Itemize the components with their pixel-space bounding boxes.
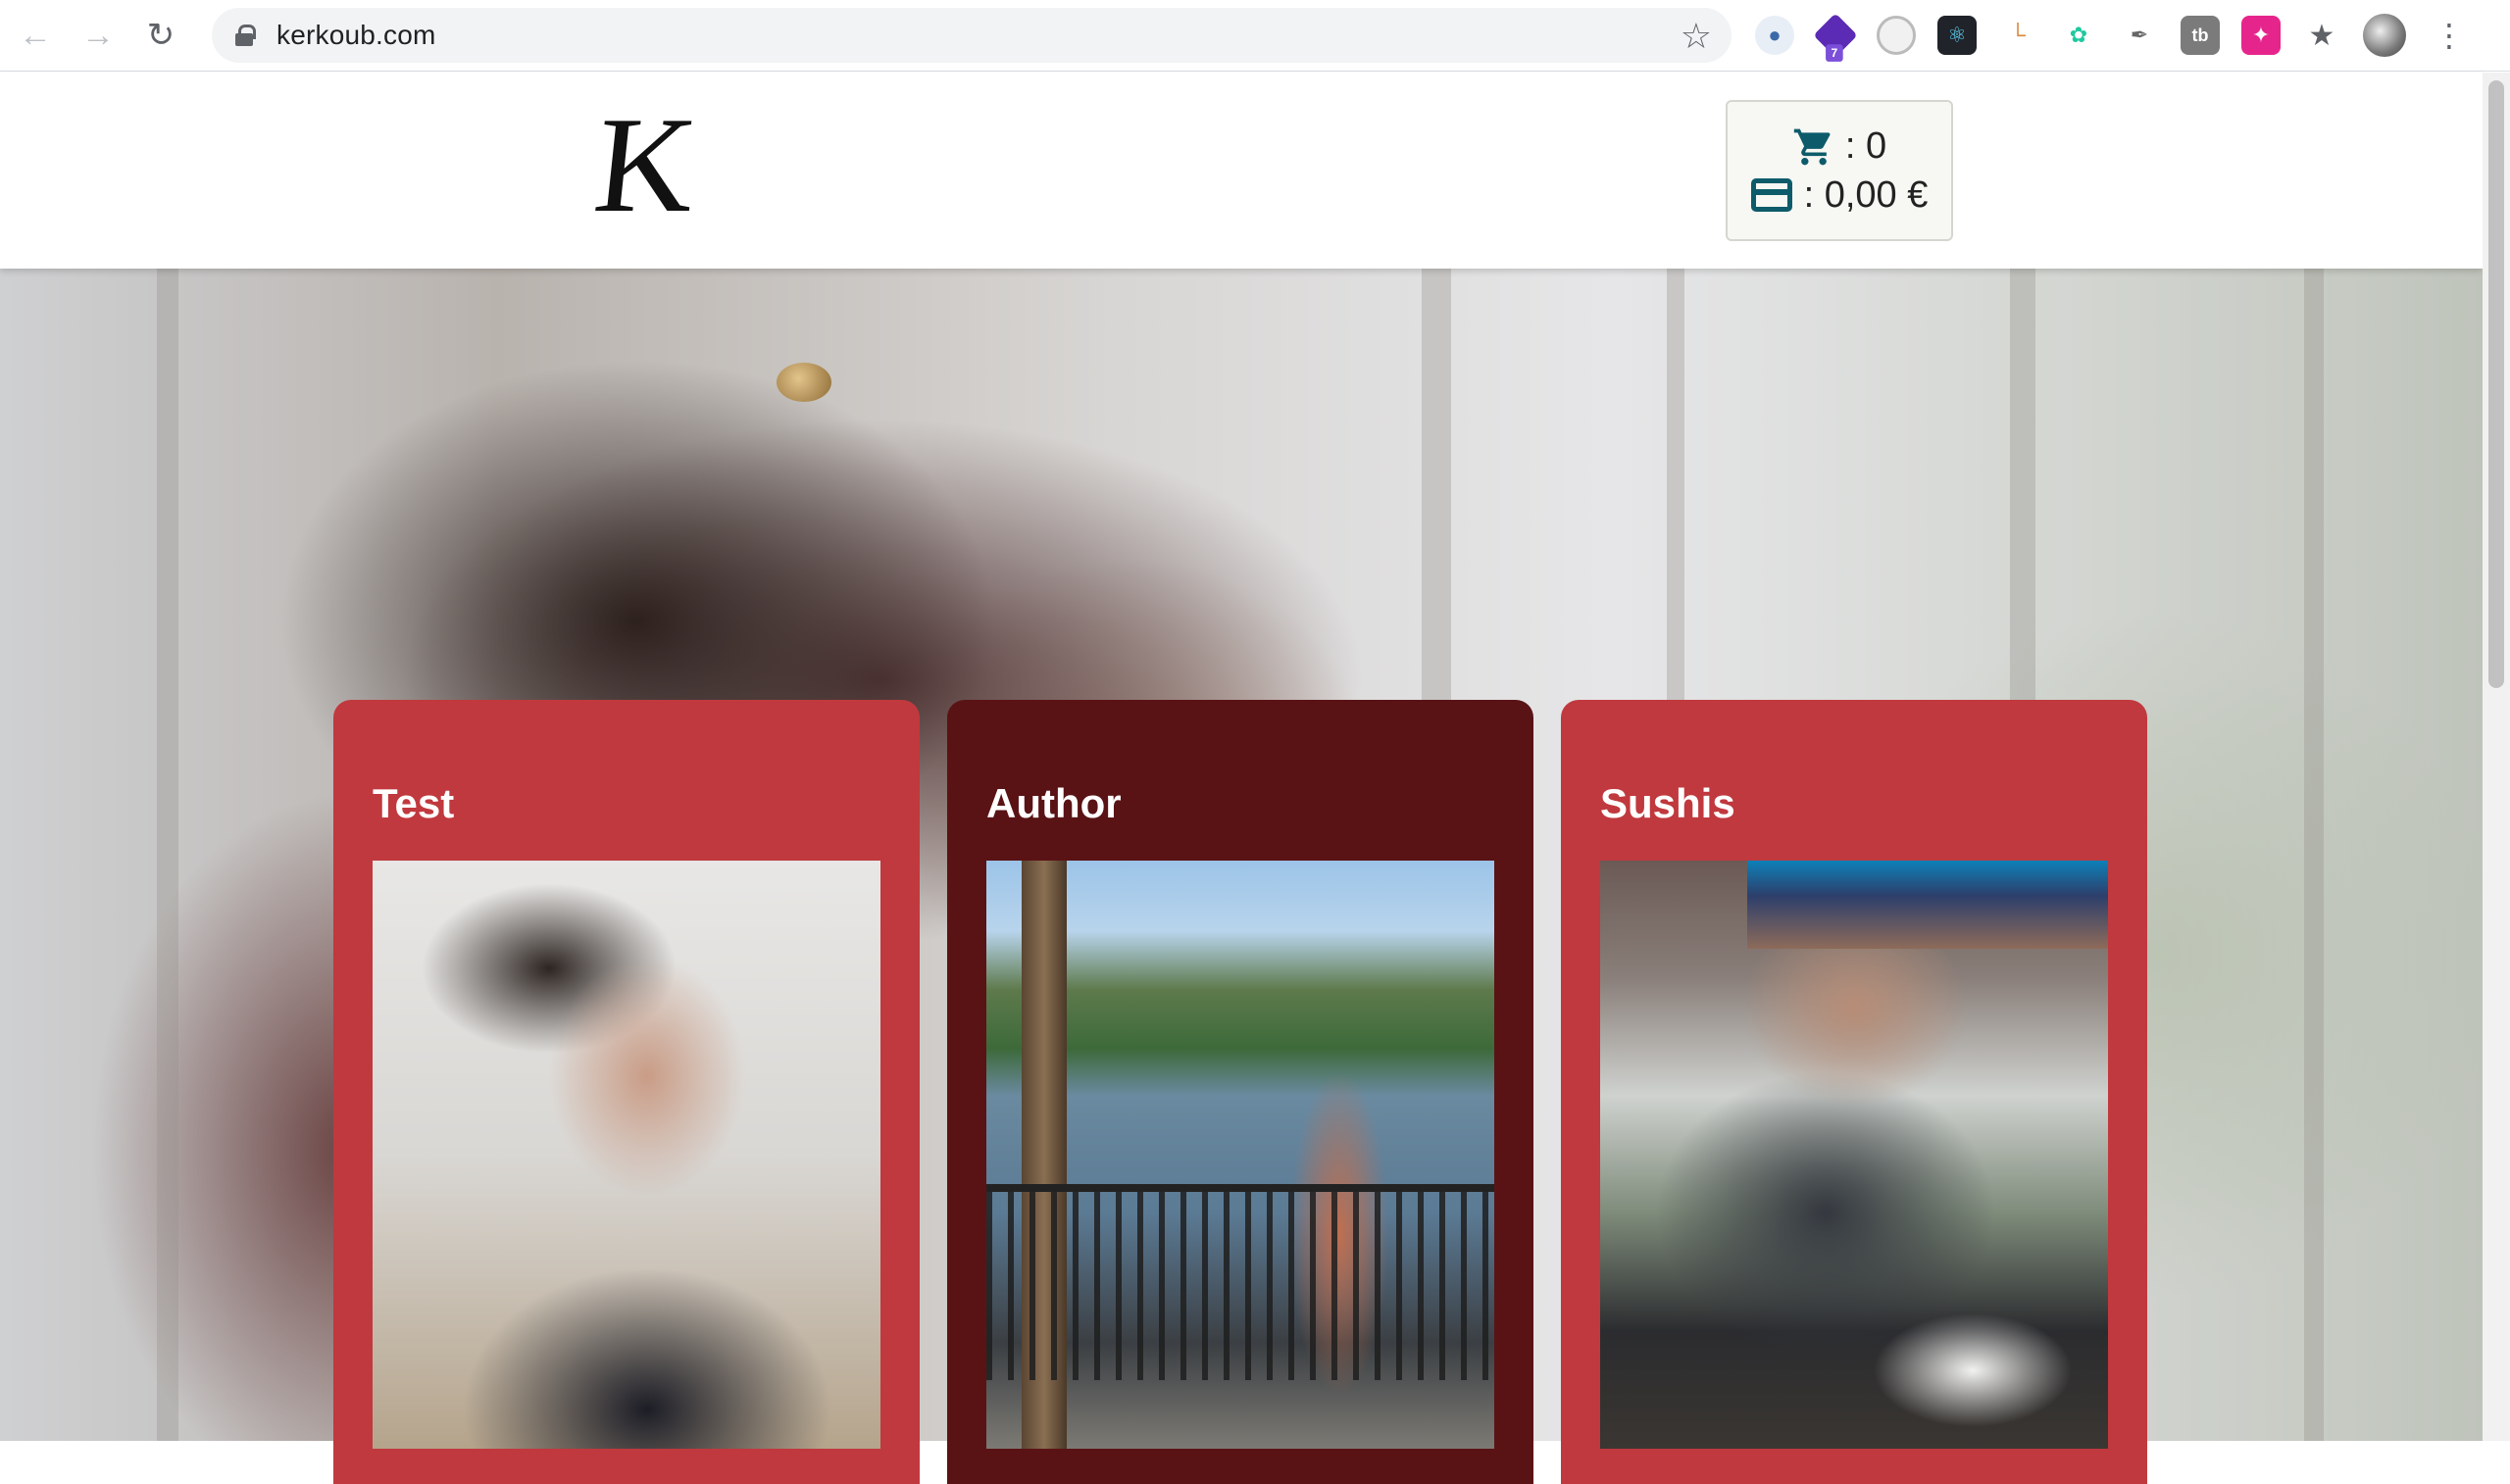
menu-kebab-icon[interactable]: ⋮ [2434,17,2465,54]
extensions-bar: ● 7 ⚛ └ ✿ ✒ tb ✦ ★ ⋮ [1755,13,2465,62]
bookmark-star-icon[interactable]: ☆ [1681,16,1712,57]
credit-card-icon [1750,178,1792,212]
hero-tree [157,269,178,1441]
extension-badge: 7 [1826,44,1843,62]
image-bar-shelf [1747,861,2108,949]
card-image[interactable] [1600,861,2108,1449]
reload-icon[interactable]: ↻ [133,8,188,63]
forward-arrow-icon[interactable]: → [71,8,126,63]
extensions-puzzle-icon[interactable]: ★ [2302,16,2341,55]
extension-bird-icon[interactable]: ✿ [2059,16,2098,55]
image-railing [986,1184,1494,1380]
category-card-author[interactable]: Author [947,700,1533,1484]
extension-tb-icon[interactable]: tb [2181,16,2220,55]
page-scrollbar[interactable] [2483,73,2510,1441]
extension-ruler-icon[interactable]: └ [1998,16,2037,55]
cart-count: : 0 [1844,125,1887,167]
hero-tree [2304,269,2324,1441]
cart-total-row: : 0,00 € [1750,173,1929,217]
site-logo[interactable]: K [588,89,711,241]
profile-avatar[interactable] [2363,14,2406,57]
extension-stack-icon[interactable]: 7 [1813,13,1858,62]
lock-icon[interactable] [235,25,256,46]
extension-eyedropper-icon[interactable]: ✒ [2120,16,2159,55]
extension-pink-icon[interactable]: ✦ [2241,16,2281,55]
url-text[interactable]: kerkoub.com [276,20,436,51]
category-card-test[interactable]: Test [333,700,920,1484]
react-devtools-icon[interactable]: ⚛ [1937,16,1977,55]
extension-drop-icon[interactable]: ● [1755,16,1794,55]
site-header: K : 0 : 0,00 € [0,73,2483,269]
card-title[interactable]: Test [373,774,880,833]
scrollbar-thumb[interactable] [2488,80,2504,688]
address-bar[interactable]: kerkoub.com ☆ [212,8,1732,63]
cart-total: : 0,00 € [1803,173,1929,216]
card-title[interactable]: Sushis [1600,774,2108,833]
browser-toolbar: ← → ↻ kerkoub.com ☆ ● 7 ⚛ └ ✿ ✒ tb ✦ ★ ⋮ [0,0,2510,72]
extension-circle-icon[interactable] [1877,16,1916,55]
cart-summary[interactable]: : 0 : 0,00 € [1726,100,1953,241]
category-card-sushis[interactable]: Sushis [1561,700,2147,1484]
hero-hat-stud [777,363,831,402]
back-arrow-icon[interactable]: ← [8,8,63,63]
card-image[interactable] [373,861,880,1449]
card-title[interactable]: Author [986,774,1494,833]
card-image[interactable] [986,861,1494,1449]
cart-count-row: : 0 [1792,125,1886,169]
shopping-cart-icon [1793,128,1831,165]
